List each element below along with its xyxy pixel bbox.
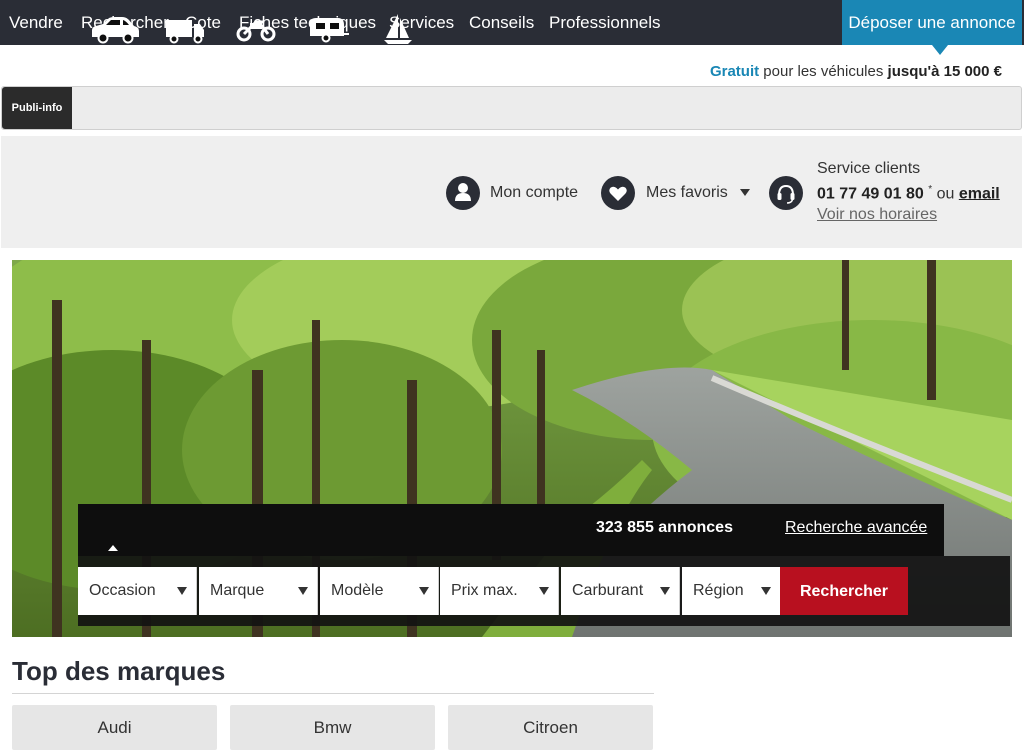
publi-info-tag: Publi-info bbox=[2, 87, 72, 129]
condition-select[interactable]: Occasion bbox=[78, 567, 197, 615]
brand-select[interactable]: Marque bbox=[199, 567, 318, 615]
email-link[interactable]: email bbox=[959, 185, 1000, 202]
promo-middle: pour les véhicules bbox=[759, 63, 888, 80]
sailboat-icon[interactable] bbox=[378, 0, 418, 52]
chevron-down-icon[interactable] bbox=[740, 189, 750, 196]
chevron-down-icon bbox=[298, 587, 308, 595]
chevron-down-icon bbox=[539, 587, 549, 595]
my-account-link[interactable]: Mon compte bbox=[490, 184, 578, 202]
publi-info-banner: Publi-info bbox=[1, 86, 1022, 130]
phone-number[interactable]: 01 77 49 01 80 bbox=[817, 185, 924, 202]
promo-free: Gratuit bbox=[709, 63, 760, 80]
section-divider bbox=[12, 693, 654, 694]
top-brands-title: Top des marques bbox=[12, 656, 226, 686]
region-select-value: Région bbox=[693, 582, 744, 599]
chevron-down-icon bbox=[177, 587, 187, 595]
fuel-select[interactable]: Carburant bbox=[561, 567, 680, 615]
brand-select-value: Marque bbox=[210, 582, 265, 599]
caravan-icon[interactable] bbox=[306, 0, 350, 52]
brand-citroen-button[interactable]: Citroen bbox=[448, 705, 653, 750]
truck-icon[interactable] bbox=[163, 0, 207, 52]
nav-professionnels[interactable]: Professionnels bbox=[549, 0, 661, 45]
brand-audi-button[interactable]: Audi bbox=[12, 705, 217, 750]
active-vehicle-indicator bbox=[108, 545, 118, 551]
search-button[interactable]: Rechercher bbox=[780, 567, 908, 615]
opening-hours-link[interactable]: Voir nos horaires bbox=[817, 206, 937, 224]
deposit-ad-button[interactable]: Déposer une annonce bbox=[842, 0, 1022, 45]
max-price-select[interactable]: Prix max. bbox=[440, 567, 559, 615]
region-select[interactable]: Région bbox=[682, 567, 780, 615]
favorites-link[interactable]: Mes favoris bbox=[646, 184, 728, 202]
service-clients-contact: 01 77 49 01 80 * ou email bbox=[817, 184, 1000, 203]
listing-count: 323 855 annonces bbox=[596, 519, 733, 536]
nav-conseils[interactable]: Conseils bbox=[469, 0, 534, 45]
promo-limit: jusqu'à 15 000 € bbox=[887, 63, 1002, 80]
model-select-value: Modèle bbox=[331, 582, 384, 599]
contact-or: ou bbox=[932, 185, 959, 203]
model-select[interactable]: Modèle bbox=[320, 567, 439, 615]
fuel-select-value: Carburant bbox=[572, 582, 644, 599]
deposit-ad-pointer bbox=[932, 45, 948, 55]
chevron-down-icon bbox=[419, 587, 429, 595]
max-price-select-value: Prix max. bbox=[451, 582, 518, 599]
chevron-down-icon bbox=[761, 587, 771, 595]
heart-icon[interactable] bbox=[601, 176, 635, 210]
nav-vendre[interactable]: Vendre bbox=[9, 0, 63, 45]
user-icon[interactable] bbox=[446, 176, 480, 210]
car-icon[interactable] bbox=[88, 0, 142, 52]
headset-icon[interactable] bbox=[769, 176, 803, 210]
chevron-down-icon bbox=[660, 587, 670, 595]
service-clients-title: Service clients bbox=[817, 160, 921, 177]
brand-bmw-button[interactable]: Bmw bbox=[230, 705, 435, 750]
promo-text: Gratuit pour les véhicules jusqu'à 15 00… bbox=[710, 63, 1002, 80]
advanced-search-link[interactable]: Recherche avancée bbox=[785, 519, 927, 537]
condition-select-value: Occasion bbox=[89, 582, 156, 599]
motorcycle-icon[interactable] bbox=[234, 0, 278, 52]
